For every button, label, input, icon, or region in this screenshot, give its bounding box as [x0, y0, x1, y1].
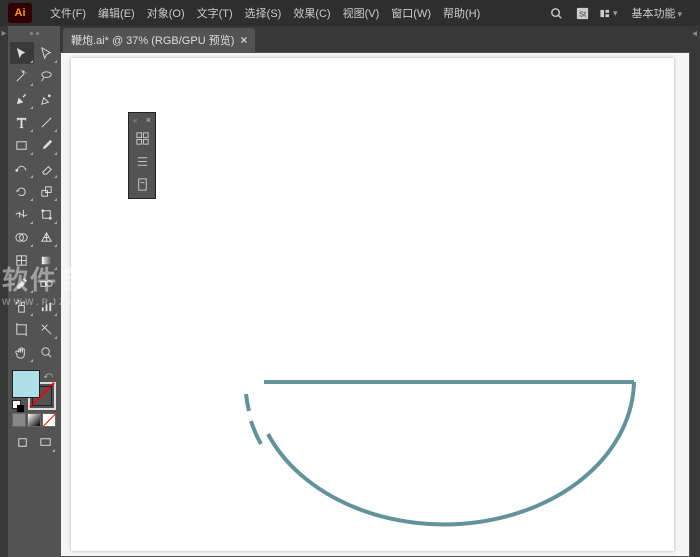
width-tool[interactable]	[10, 203, 34, 225]
pen-tool[interactable]	[10, 88, 34, 110]
workspace-switcher[interactable]: 基本功能▾	[625, 5, 688, 21]
document-tabs: 鞭炮.ai* @ 37% (RGB/GPU 预览) ×	[60, 26, 690, 52]
artboard-tool[interactable]	[10, 318, 34, 340]
blend-tool[interactable]	[35, 272, 59, 294]
rotate-tool[interactable]	[10, 180, 34, 202]
color-mode-solid[interactable]	[12, 413, 26, 427]
color-mode-gradient[interactable]	[27, 413, 41, 427]
direct-selection-tool[interactable]	[35, 42, 59, 64]
screen-mode[interactable]	[35, 431, 57, 453]
hand-tool[interactable]	[10, 341, 34, 363]
mesh-tool[interactable]	[10, 249, 34, 271]
free-transform-tool[interactable]	[35, 203, 59, 225]
menu-window[interactable]: 窗口(W)	[385, 5, 437, 21]
perspective-tool[interactable]	[35, 226, 59, 248]
arrange-icon[interactable]: ▾	[599, 4, 617, 22]
color-mode-none[interactable]	[42, 413, 56, 427]
menu-help[interactable]: 帮助(H)	[437, 5, 486, 21]
expand-right-icon[interactable]: ▸	[692, 28, 697, 39]
menu-object[interactable]: 对象(O)	[141, 5, 191, 21]
gradient-tool[interactable]	[35, 249, 59, 271]
right-sidebar: ▸	[690, 26, 700, 557]
fill-color-swatch[interactable]	[12, 370, 40, 398]
panel-doc-icon[interactable]	[131, 173, 153, 195]
floating-panel[interactable]: « ×	[128, 112, 156, 199]
panel-close-icon[interactable]: ×	[146, 115, 151, 125]
menu-edit[interactable]: 编辑(E)	[92, 5, 141, 21]
color-controls: ⤺	[10, 368, 58, 455]
eyedropper-tool[interactable]	[10, 272, 34, 294]
shape-builder-tool[interactable]	[10, 226, 34, 248]
tools-panel: ⤺	[8, 26, 60, 557]
search-icon[interactable]	[547, 4, 565, 22]
slice-tool[interactable]	[35, 318, 59, 340]
menu-effect[interactable]: 效果(C)	[287, 5, 336, 21]
menu-file[interactable]: 文件(F)	[44, 5, 92, 21]
curvature-tool[interactable]	[35, 88, 59, 110]
canvas-viewport[interactable]: « ×	[60, 52, 690, 557]
panel-grip[interactable]	[10, 30, 58, 38]
expand-left-icon[interactable]: ▸	[1, 28, 6, 39]
zoom-tool[interactable]	[35, 341, 59, 363]
close-tab-icon[interactable]: ×	[240, 33, 247, 47]
selection-tool[interactable]	[10, 42, 34, 64]
swap-colors-icon[interactable]: ⤺	[43, 370, 53, 381]
title-bar: Ai 文件(F) 编辑(E) 对象(O) 文字(T) 选择(S) 效果(C) 视…	[0, 0, 700, 26]
document-tab[interactable]: 鞭炮.ai* @ 37% (RGB/GPU 预览) ×	[63, 28, 255, 52]
app-icon: Ai	[8, 3, 32, 23]
tab-title: 鞭炮.ai* @ 37% (RGB/GPU 预览)	[71, 32, 234, 48]
paintbrush-tool[interactable]	[35, 134, 59, 156]
panel-grid-icon[interactable]	[131, 127, 153, 149]
scale-tool[interactable]	[35, 180, 59, 202]
menu-select[interactable]: 选择(S)	[239, 5, 288, 21]
shaper-tool[interactable]	[10, 157, 34, 179]
symbol-sprayer-tool[interactable]	[10, 295, 34, 317]
svg-text:St: St	[579, 9, 587, 18]
type-tool[interactable]	[10, 111, 34, 133]
default-colors-icon[interactable]	[12, 400, 22, 410]
right-menu-area: St ▾ 基本功能▾	[547, 4, 692, 22]
rectangle-tool[interactable]	[10, 134, 34, 156]
panel-collapse-icon[interactable]: «	[133, 116, 137, 125]
magic-wand-tool[interactable]	[10, 65, 34, 87]
document-area: 鞭炮.ai* @ 37% (RGB/GPU 预览) × « ×	[60, 26, 690, 557]
draw-mode-normal[interactable]	[12, 431, 34, 453]
menu-type[interactable]: 文字(T)	[191, 5, 239, 21]
menu-bar: 文件(F) 编辑(E) 对象(O) 文字(T) 选择(S) 效果(C) 视图(V…	[44, 0, 692, 26]
line-tool[interactable]	[35, 111, 59, 133]
menu-view[interactable]: 视图(V)	[337, 5, 386, 21]
panel-list-icon[interactable]	[131, 150, 153, 172]
bowl-shape	[156, 379, 646, 534]
stock-icon[interactable]: St	[573, 4, 591, 22]
workspace: ▸	[0, 26, 700, 557]
graph-tool[interactable]	[35, 295, 59, 317]
lasso-tool[interactable]	[35, 65, 59, 87]
left-sidebar: ▸	[0, 26, 8, 557]
eraser-tool[interactable]	[35, 157, 59, 179]
